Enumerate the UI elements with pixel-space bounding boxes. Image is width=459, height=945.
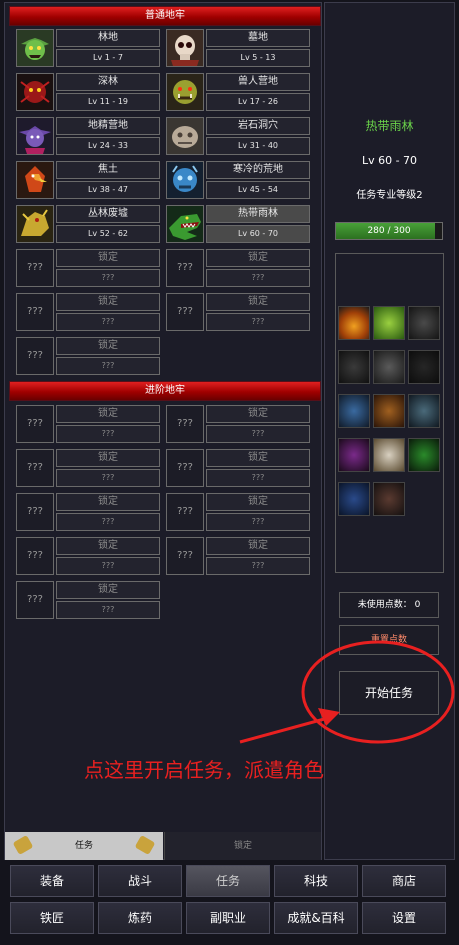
- nav-achievements[interactable]: 成就&百科: [274, 902, 358, 934]
- nav-battle[interactable]: 战斗: [98, 865, 182, 897]
- highlight-circle: [301, 640, 455, 744]
- nav-equipment[interactable]: 装备: [10, 865, 94, 897]
- nav-alchemy[interactable]: 炼药: [98, 902, 182, 934]
- tutorial-annotation-text: 点这里开启任务，派遣角色: [84, 758, 324, 782]
- tutorial-arrow: [239, 716, 329, 744]
- nav-blacksmith[interactable]: 铁匠: [10, 902, 94, 934]
- nav-task[interactable]: 任务: [186, 865, 270, 897]
- nav-subclass[interactable]: 副职业: [186, 902, 270, 934]
- tutorial-overlay: [239, 640, 455, 744]
- nav-tech[interactable]: 科技: [274, 865, 358, 897]
- nav-shop[interactable]: 商店: [362, 865, 446, 897]
- nav-settings[interactable]: 设置: [362, 902, 446, 934]
